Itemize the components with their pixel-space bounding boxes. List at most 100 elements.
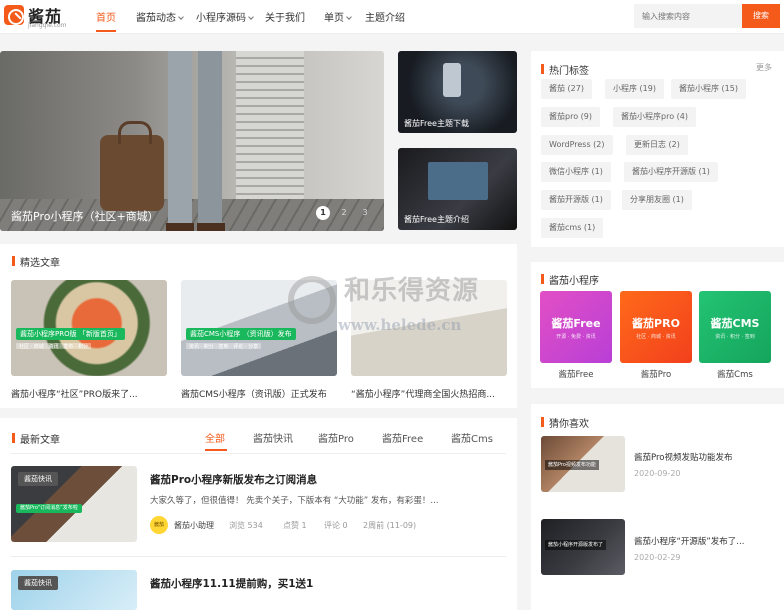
hero-pager-2[interactable]: 2 bbox=[337, 206, 351, 220]
article-excerpt: 大家久等了，但很值得！ 先卖个关子，下版本有 “大功能” 发布，有彩蛋！... bbox=[150, 496, 439, 506]
tag-pill[interactable]: 酱茄开源版 (1) bbox=[541, 190, 611, 210]
miniapp-card-label: 酱茄PRO bbox=[632, 317, 680, 330]
tag-pill[interactable]: 酱茄小程序开源版 (1) bbox=[624, 162, 718, 182]
article-views: 浏览 534 bbox=[229, 521, 263, 530]
tag-pill[interactable]: 微信小程序 (1) bbox=[541, 162, 611, 182]
tag-pill[interactable]: WordPress (2) bbox=[541, 135, 613, 155]
hero-image-leg bbox=[198, 51, 222, 231]
side-card-caption[interactable]: 酱茄Free主题介绍 bbox=[404, 214, 469, 225]
hero-image-shutter bbox=[236, 51, 304, 201]
featured-image-sub: 资讯 · 积分 · 签到 · 评论 · 分享 bbox=[186, 343, 262, 350]
section-marker bbox=[12, 433, 15, 443]
nav-source-label: 小程序源码 bbox=[196, 13, 246, 24]
miniapp-card-sub: 社区 · 商城 · 资讯 bbox=[636, 334, 676, 340]
avatar[interactable]: 酱茄 bbox=[150, 516, 168, 534]
featured-article-title[interactable]: 酱茄CMS小程序（资讯版）正式发布 bbox=[181, 387, 327, 400]
tag-pill[interactable]: 酱茄小程序pro (4) bbox=[613, 107, 696, 127]
chevron-down-icon bbox=[248, 14, 254, 20]
hero-pager-3[interactable]: 3 bbox=[358, 206, 372, 220]
side-card-caption[interactable]: 酱茄Free主题下载 bbox=[404, 118, 469, 129]
tab-news[interactable]: 酱茄快讯 bbox=[253, 430, 293, 445]
hero-image-boot bbox=[166, 223, 194, 231]
miniapps-title: 酱茄小程序 bbox=[549, 276, 599, 287]
tab-active-indicator bbox=[205, 449, 227, 451]
logo-icon[interactable] bbox=[4, 5, 24, 25]
chevron-down-icon bbox=[178, 14, 184, 20]
nav-about-label: 关于我们 bbox=[265, 13, 305, 24]
hero-pager-1[interactable]: 1 bbox=[316, 206, 330, 220]
guess-title-link[interactable]: 酱茄小程序“开源版”发布了... bbox=[634, 535, 744, 547]
tab-cms[interactable]: 酱茄Cms bbox=[451, 430, 493, 445]
guess-thumbnail-caption: 酱茄小程序开源版发布了 bbox=[545, 540, 607, 550]
tag-pill[interactable]: 酱茄pro (9) bbox=[541, 107, 600, 127]
logo-subtext: jiangqie.com bbox=[28, 22, 67, 29]
tag-pill[interactable]: 小程序 (19) bbox=[605, 79, 664, 99]
article-tag: 酱茄快讯 bbox=[18, 472, 58, 486]
tag-pill[interactable]: 酱茄 (27) bbox=[541, 79, 592, 99]
section-marker bbox=[541, 417, 544, 427]
miniapp-card-sub: 开源 · 免费 · 资讯 bbox=[556, 334, 596, 340]
guess-date: 2020-09-20 bbox=[634, 469, 681, 478]
tab-all[interactable]: 全部 bbox=[205, 430, 225, 445]
search-input[interactable] bbox=[634, 4, 742, 28]
guess-title-link[interactable]: 酱茄Pro视频发贴功能发布 bbox=[634, 451, 733, 463]
featured-title: 精选文章 bbox=[20, 258, 60, 269]
divider bbox=[11, 556, 506, 557]
miniapp-card-label: 酱茄CMS bbox=[710, 317, 760, 330]
nav-source[interactable]: 小程序源码 bbox=[196, 9, 254, 24]
section-marker bbox=[541, 64, 544, 74]
divider bbox=[11, 453, 506, 454]
side-card-image bbox=[443, 63, 461, 97]
article-title[interactable]: 酱茄小程序11.11提前购，买1送1 bbox=[150, 576, 313, 591]
side-card-image bbox=[428, 162, 488, 200]
nav-theme-label: 主题介绍 bbox=[365, 13, 405, 24]
nav-active-indicator bbox=[96, 30, 116, 32]
tab-free[interactable]: 酱茄Free bbox=[382, 430, 423, 445]
search-button[interactable]: 搜索 bbox=[742, 4, 780, 28]
article-thumbnail-caption: 酱茄Pro“订阅消息”发布啦 bbox=[16, 504, 82, 513]
nav-theme[interactable]: 主题介绍 bbox=[365, 9, 405, 24]
article-likes: 点赞 1 bbox=[283, 521, 307, 530]
tag-pill[interactable]: 更新日志 (2) bbox=[626, 135, 688, 155]
tag-pill[interactable]: 分享朋友圈 (1) bbox=[622, 190, 692, 210]
section-marker bbox=[12, 256, 15, 266]
watermark-logo-icon bbox=[288, 276, 336, 324]
miniapp-name[interactable]: 酱茄Free bbox=[540, 368, 612, 380]
nav-news-label: 酱茄动态 bbox=[136, 13, 176, 24]
nav-news[interactable]: 酱茄动态 bbox=[136, 9, 184, 24]
nav-pages-label: 单页 bbox=[324, 13, 344, 24]
article-comments: 评论 0 bbox=[324, 521, 348, 530]
tab-pro[interactable]: 酱茄Pro bbox=[318, 430, 354, 445]
guess-date: 2020-02-29 bbox=[634, 553, 681, 562]
article-time: 2周前 (11-09) bbox=[363, 521, 417, 530]
chevron-down-icon bbox=[346, 14, 352, 20]
featured-article-title[interactable]: 酱茄小程序“社区”PRO版来了... bbox=[11, 387, 138, 400]
guess-panel bbox=[531, 404, 784, 610]
featured-image-tag: 酱茄CMS小程序 （资讯版）发布 bbox=[186, 328, 296, 340]
author-name[interactable]: 酱茄小助理 bbox=[174, 520, 214, 531]
hero-slider[interactable] bbox=[0, 51, 384, 231]
tag-pill[interactable]: 酱茄小程序 (15) bbox=[671, 79, 746, 99]
guess-thumbnail-caption: 酱茄Pro视频发布功能 bbox=[545, 460, 599, 470]
nav-home-label: 首页 bbox=[96, 13, 116, 24]
watermark-url: www.helede.cn bbox=[338, 316, 462, 334]
featured-article-title[interactable]: “酱茄小程序”代理商全国火热招商... bbox=[351, 387, 495, 400]
article-title[interactable]: 酱茄Pro小程序新版发布之订阅消息 bbox=[150, 472, 317, 487]
more-link[interactable]: 更多 bbox=[756, 62, 772, 73]
article-tag: 酱茄快讯 bbox=[18, 576, 58, 590]
hero-image-boot bbox=[197, 223, 225, 231]
nav-about[interactable]: 关于我们 bbox=[265, 9, 305, 24]
section-marker bbox=[541, 274, 544, 284]
miniapp-name[interactable]: 酱茄Cms bbox=[699, 368, 771, 380]
tag-pill[interactable]: 酱茄cms (1) bbox=[541, 218, 604, 238]
guess-title: 猜你喜欢 bbox=[549, 419, 589, 430]
hot-tags-title: 热门标签 bbox=[549, 66, 589, 77]
nav-pages[interactable]: 单页 bbox=[324, 9, 352, 24]
watermark-text: 和乐得资源 bbox=[344, 276, 480, 306]
latest-title: 最新文章 bbox=[20, 435, 60, 446]
hero-image-bag bbox=[100, 121, 164, 211]
nav-home[interactable]: 首页 bbox=[96, 9, 116, 24]
featured-image-sub: 社区 · 商城 · 资讯 · 发布 · 积分 bbox=[16, 343, 92, 350]
miniapp-name[interactable]: 酱茄Pro bbox=[620, 368, 692, 380]
hero-caption[interactable]: 酱茄Pro小程序（社区+商城） bbox=[11, 208, 159, 224]
